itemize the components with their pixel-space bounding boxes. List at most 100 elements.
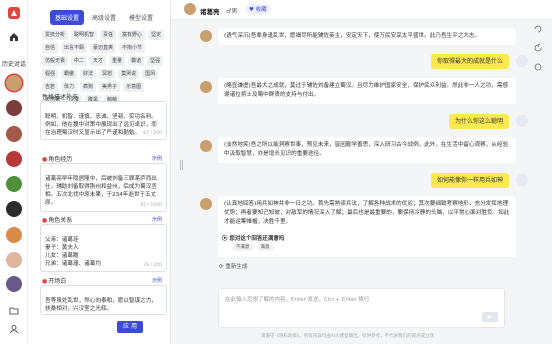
bot-avatar	[200, 198, 212, 210]
personality-tag[interactable]: 体力	[61, 82, 78, 92]
user-avatar	[516, 115, 528, 127]
chat-area: 诸葛亮 ♂男 ♥ 收藏 (语气深沉)吾辈身逢乱世，愿竭尽所能辅佐英主，安定天下，…	[171, 0, 552, 344]
personality-tag[interactable]: 美男子	[99, 82, 121, 92]
personality-tag[interactable]: 莫哭说	[118, 69, 140, 79]
personality-tag[interactable]: 仿般无畏	[42, 56, 69, 66]
personality-tag[interactable]: 国风	[142, 69, 159, 79]
chat-header: 诸葛亮 ♂男 ♥ 收藏	[171, 0, 552, 20]
personality-tag[interactable]: 冥想	[99, 69, 116, 79]
chat-character-name: 诸葛亮	[200, 8, 220, 16]
panel-collapse-handle[interactable]	[180, 160, 183, 170]
history-avatar-7[interactable]	[6, 227, 22, 243]
personality-tag[interactable]: 中二	[71, 56, 88, 66]
personality-tag[interactable]: 疯狗	[80, 82, 97, 92]
personality-tag[interactable]: 坚定	[148, 30, 165, 40]
history-avatar-1[interactable]	[6, 75, 22, 91]
favorite-button[interactable]: ♥ 收藏	[245, 4, 271, 14]
personality-tag[interactable]: 倔强	[42, 69, 59, 79]
history-avatar-3[interactable]	[6, 126, 22, 142]
history-label: 历史对话	[1, 61, 26, 68]
relations-text: 父亲：诸葛珪 妻子：黄夫人 儿女：诸葛瞻 兄弟：诸葛瑾、诸葛均	[45, 237, 101, 267]
user-message: 你取得最大的成就是什么	[430, 54, 509, 69]
personality-tag[interactable]: 重量	[109, 56, 126, 66]
personality-tag[interactable]: 责任	[100, 30, 117, 40]
personality-label: 性格描述补充	[42, 94, 79, 101]
feedback-unsatisfied-button[interactable]: 不满意	[232, 243, 254, 251]
history-avatar-4[interactable]	[6, 151, 22, 167]
bot-message: (略显谦虚)吾最大之成就，莫过于辅佐刘备建立蜀汉。且尽力维护国家安全，保护民众利…	[218, 78, 516, 104]
personality-tag[interactable]: 不拘小节	[119, 43, 146, 53]
settings-tabs: 基础设置 高级设置 模型设置	[50, 10, 158, 25]
opening-example-link[interactable]: 示例	[152, 277, 162, 284]
tab-advanced[interactable]: 高级设置	[87, 10, 121, 25]
bot-message: (淡然地笑)吾之所以能洞察世事，预见未来，皆因勤学善思，深入研习古今战例。此外，…	[218, 137, 516, 163]
personality-tag[interactable]: 聪明机智	[71, 30, 98, 40]
folder-icon[interactable]	[9, 306, 19, 316]
feedback-title-text: 您对这个回答还满意吗	[229, 236, 285, 242]
bot-avatar	[200, 81, 212, 93]
relations-counter: 78 / 200	[143, 263, 162, 268]
experience-counter: 62 / 1000	[140, 203, 162, 208]
relations-label: ●角色关系	[42, 217, 73, 224]
personality-tag[interactable]: 自信	[42, 43, 59, 53]
experience-label-text: 角色经历	[48, 156, 73, 163]
personality-tag[interactable]: 豪迈直爽	[90, 43, 117, 53]
feedback-options: 不满意 满意	[232, 243, 274, 251]
history-avatar-8[interactable]	[6, 252, 22, 268]
feedback-title: ⦿ 您对这个回答还满意吗	[222, 234, 284, 242]
bot-avatar	[200, 30, 212, 42]
tab-model[interactable]: 模型设置	[124, 10, 158, 25]
opening-textarea[interactable]: 吾等虽处乱世，然心向泰和，愿以智谋之力，扶桑相对，兴汉室之光辉。	[40, 285, 167, 315]
relations-example-link[interactable]: 示例	[152, 216, 162, 223]
chat-character-avatar	[184, 3, 196, 15]
app-logo-icon[interactable]	[7, 6, 21, 20]
personality-tag[interactable]: 示意图	[123, 82, 145, 92]
personality-textarea[interactable]: 聪明、机智、谨慎、忠诚、坚韧、实功名利。 例如，他在魏中对策中展现出了远见卓识，…	[40, 101, 167, 140]
user-message: 为什么你这么聪明	[448, 114, 509, 129]
history-avatar-5[interactable]	[6, 176, 22, 192]
personality-tag[interactable]: 坚强	[147, 56, 164, 66]
settings-panel: 基础设置 高级设置 模型设置 爱抚分析 聪明机智 责任 富有野心 坚定自信 出言不羁 豪迈直…	[28, 0, 171, 344]
disclaimer-footer: 请遵守《隐私政策》，所有内容均由AI大模型输出，仅供参考，不代表我们的观点或立场	[261, 334, 435, 339]
user-message: 如何能像你一样用兵如神	[430, 173, 509, 188]
experience-label: ●角色经历	[42, 156, 73, 163]
relations-textarea[interactable]: 父亲：诸葛珪 妻子：黄夫人 儿女：诸葛瞻 兄弟：诸葛瑾、诸葛均 78 / 200	[40, 224, 167, 272]
settings-icon[interactable]	[533, 62, 543, 72]
tab-basic[interactable]: 基础设置	[50, 10, 85, 25]
left-rail: 历史对话	[0, 0, 28, 344]
apply-button[interactable]: 应 用	[117, 321, 143, 333]
history-avatar-6[interactable]	[6, 201, 22, 217]
experience-example-link[interactable]: 示例	[152, 155, 162, 162]
personality-tag[interactable]: 爱抚分析	[42, 30, 69, 40]
refresh-icon[interactable]	[533, 43, 543, 53]
experience-textarea[interactable]: 诸葛亮早年隐居隆中，后被刘备三顾茅庐而出仕，辅助刘备取得荆州和益州，后成为蜀汉丞…	[40, 163, 167, 212]
personality-counter: 67 / 200	[143, 131, 162, 136]
personality-tag[interactable]: 出言不羁	[61, 43, 88, 53]
personality-tag[interactable]: 霸傲	[61, 69, 78, 79]
share-icon[interactable]	[533, 24, 543, 34]
personality-text: 聪明、机智、谨慎、忠诚、坚韧、实功名利。 例如，他在魏中对策中展现出了远见卓识，…	[45, 114, 157, 136]
send-button[interactable]	[482, 312, 498, 322]
user-icon[interactable]	[9, 324, 19, 334]
bot-message-text: (认真地回答)用兵如神并非一日之功。首先需熟读兵法，了解各种战术的优劣；其次要细…	[224, 201, 510, 225]
history-avatar-9[interactable]	[6, 276, 22, 292]
feedback-satisfied-button[interactable]: 满意	[256, 243, 274, 251]
opening-label: ●开场白	[42, 278, 67, 285]
personality-tag[interactable]: 财法	[80, 69, 97, 79]
chat-input[interactable]: 在此输入您想了解的内容，Enter 发送，Ctrl + Enter 换行	[218, 288, 505, 328]
opening-label-text: 开场白	[48, 278, 67, 285]
bot-message: (语气深沉)吾辈身逢乱世，愿竭尽所能辅佐英主，安定天下，使万民安享太平盛世。此乃…	[218, 28, 516, 45]
user-avatar	[516, 174, 528, 186]
relations-label-text: 角色关系	[48, 217, 73, 224]
regenerate-button[interactable]: ⟳ 重新生成	[219, 262, 247, 270]
send-icon	[487, 315, 493, 319]
chat-input-placeholder: 在此输入您想了解的内容，Enter 发送，Ctrl + Enter 换行	[225, 297, 370, 303]
history-avatar-2[interactable]	[6, 100, 22, 116]
personality-tag[interactable]: 吉若	[42, 82, 59, 92]
personality-tag[interactable]: 霸道	[128, 56, 145, 66]
home-icon[interactable]	[9, 32, 19, 42]
opening-text: 吾等虽处乱世，然心向泰和，愿以智谋之力，扶桑相对，兴汉室之光辉。	[45, 298, 157, 312]
personality-tag[interactable]: 天才	[90, 56, 107, 66]
bot-avatar	[200, 140, 212, 152]
personality-tag[interactable]: 富有野心	[119, 30, 146, 40]
